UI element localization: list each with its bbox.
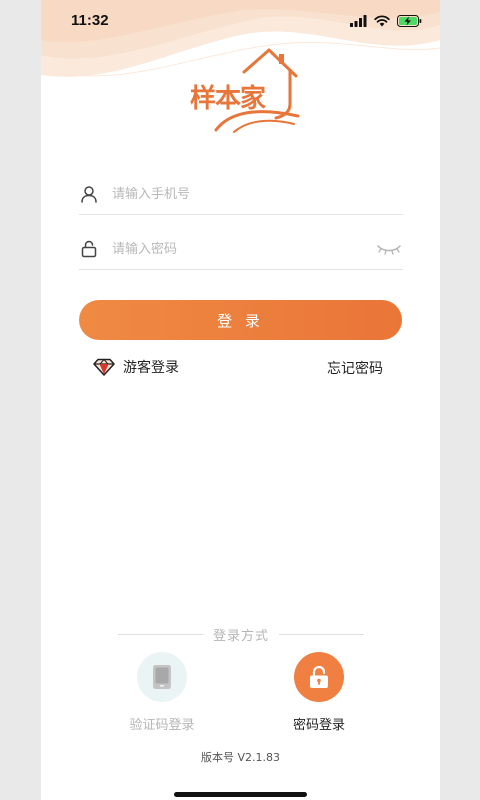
screen: 11:32 样本家 请输入手机号 登 录 游客登录 忘记密码 登录方式 验证码登… xyxy=(0,0,480,800)
password-login-option[interactable]: 密码登录 xyxy=(274,652,364,733)
cellular-signal-icon xyxy=(350,15,367,27)
app-logo: 样本家 xyxy=(186,46,301,136)
tablet-icon xyxy=(153,665,171,689)
login-methods-title: 登录方式 xyxy=(213,628,270,644)
login-methods-header: 登录方式 xyxy=(118,624,365,644)
password-login-circle xyxy=(294,652,344,702)
password-login-label: 密码登录 xyxy=(292,718,345,733)
app-version: 版本号 V2.1.83 xyxy=(200,751,280,764)
phone-field-row xyxy=(79,174,403,215)
home-indicator xyxy=(174,792,307,797)
phone-input[interactable] xyxy=(112,179,403,209)
password-field-row xyxy=(79,229,403,270)
lock-icon xyxy=(79,239,99,259)
guest-login-link[interactable]: 游客登录 xyxy=(93,357,179,377)
login-screen: 11:32 样本家 请输入手机号 登 录 游客登录 忘记密码 登录方式 验证码登… xyxy=(41,0,440,800)
forgot-password-link[interactable]: 忘记密码 xyxy=(327,358,383,378)
status-bar: 11:32 xyxy=(41,0,440,44)
divider-left xyxy=(118,633,203,635)
battery-charging-icon xyxy=(397,15,422,27)
login-button[interactable]: 登 录 xyxy=(79,300,402,340)
logo-text: 样本家 xyxy=(190,84,266,114)
user-icon xyxy=(79,184,99,204)
sms-login-option[interactable]: 验证码登录 xyxy=(117,652,207,733)
guest-login-label: 游客登录 xyxy=(123,360,179,376)
sms-login-circle xyxy=(137,652,187,702)
padlock-icon xyxy=(310,665,328,688)
eye-closed-icon[interactable] xyxy=(375,239,403,259)
password-input[interactable] xyxy=(112,234,375,264)
sms-login-label: 验证码登录 xyxy=(129,718,195,733)
status-time: 11:32 xyxy=(71,12,109,29)
wifi-icon xyxy=(374,15,390,27)
status-icons xyxy=(350,14,422,28)
divider-right xyxy=(279,633,365,635)
diamond-icon xyxy=(93,358,115,376)
